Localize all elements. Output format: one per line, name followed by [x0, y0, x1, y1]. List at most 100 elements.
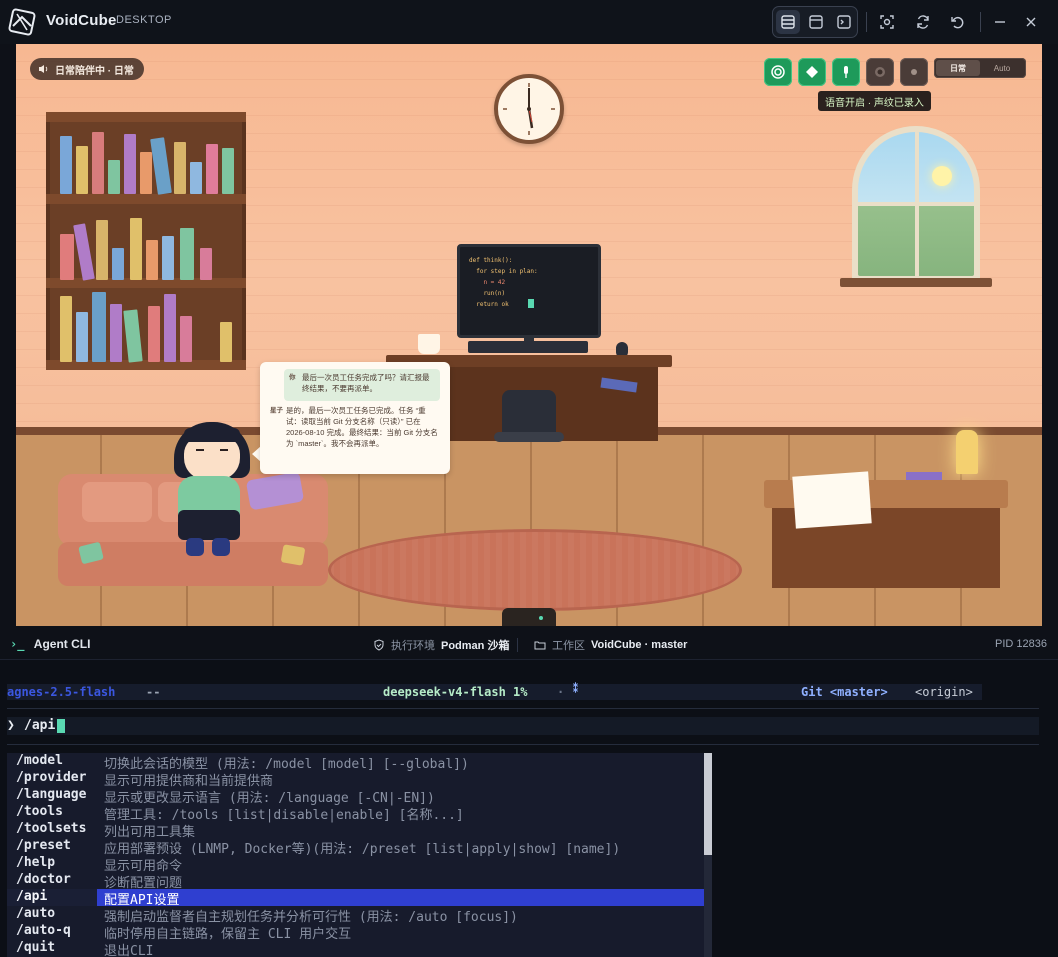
close-icon: [1026, 17, 1036, 27]
command-suggestion-item[interactable]: /toolsets 列出可用工具集: [7, 821, 704, 840]
user-label: 你: [289, 374, 296, 381]
record-dot-icon: [911, 69, 917, 75]
command-name: /language: [16, 787, 87, 802]
chat-bubble: 你 最后一次员工任务完成了吗？请汇报最终结果，不要再派单。 星子 是的，最后一次…: [260, 362, 450, 474]
mode-toggle: 日常 Auto: [934, 58, 1026, 78]
command-name: /tools: [16, 804, 63, 819]
workspace: 工作区 VoidCube · master: [534, 637, 687, 653]
companion-scene: 日常陪伴中 · 日常 日常 Auto 语音开启 · 声纹已录入 def thin…: [16, 44, 1042, 626]
scene-collapse-handle[interactable]: [502, 608, 556, 626]
arched-window: [852, 126, 980, 282]
book: [92, 132, 104, 194]
character-legs: [178, 510, 240, 540]
command-suggestion-item[interactable]: /doctor 诊断配置问题: [7, 872, 704, 891]
book: [174, 142, 186, 194]
cli-title: ›_ Agent CLI: [10, 637, 90, 651]
agent-message-text: 是的，最后一次员工任务已完成。任务 “重试：读取当前 Git 分支名称（只读）”…: [286, 406, 438, 448]
env-label: 执行环境: [391, 640, 435, 652]
book: [222, 148, 234, 194]
git-remote: <origin>: [915, 685, 973, 699]
layout-terminal-button[interactable]: [832, 10, 856, 34]
microphone-button[interactable]: [832, 58, 860, 86]
model-usage: deepseek-v4-flash 1%: [383, 685, 528, 699]
app-subtitle: DESKTOP: [116, 14, 172, 26]
capture-button[interactable]: [875, 10, 899, 34]
command-suggestion-item[interactable]: /help 显示可用命令: [7, 855, 704, 874]
book: [73, 223, 95, 281]
refresh-button[interactable]: [911, 10, 935, 34]
diamond-button[interactable]: [798, 58, 826, 86]
command-name: /model: [16, 753, 63, 768]
camera-icon: [875, 67, 885, 77]
book: [60, 136, 72, 194]
suggestions-scroll-thumb[interactable]: [704, 753, 712, 855]
screenshot-icon: [880, 15, 894, 29]
coffee-mug: [418, 334, 440, 354]
prompt-glyph-icon: ›_: [10, 637, 25, 651]
titlebar-divider: [980, 12, 981, 32]
command-suggestions: /model 切换此会话的模型 (用法: /model [model] [--gl…: [7, 753, 704, 957]
command-input-text[interactable]: /api: [24, 718, 55, 733]
companion-status-pill: 日常陪伴中 · 日常: [30, 58, 144, 80]
speaker-icon: [39, 65, 48, 73]
command-suggestion-item[interactable]: /tools 管理工具: /tools [list|disable|enable]…: [7, 804, 704, 823]
agent-cli-header: ›_ Agent CLI 执行环境 Podman 沙箱 工作区 VoidCube…: [0, 628, 1058, 660]
agent-label: 星子: [270, 407, 283, 414]
close-button[interactable]: [1019, 10, 1043, 34]
command-suggestion-item[interactable]: /language 显示或更改显示语言 (用法: /language [-CN|-…: [7, 787, 704, 806]
command-suggestion-item[interactable]: /quit 退出CLI: [7, 940, 704, 957]
command-suggestion-item[interactable]: /preset 应用部署预设 (LNMP, Docker等)(用法: /prese…: [7, 838, 704, 857]
undo-button[interactable]: [945, 10, 969, 34]
mode-daily-option[interactable]: 日常: [936, 60, 980, 76]
book: [76, 312, 88, 362]
spinner-icon: ⁑: [573, 684, 578, 695]
record-button[interactable]: [900, 58, 928, 86]
shelf-board: [46, 112, 246, 122]
camera-button[interactable]: [866, 58, 894, 86]
book: [108, 160, 120, 194]
book: [146, 240, 158, 280]
layout-scene-button[interactable]: [804, 10, 828, 34]
minimize-button[interactable]: [988, 10, 1012, 34]
command-suggestion-item[interactable]: /auto-q 临时停用自主链路，保留主 CLI 用户交互: [7, 923, 704, 942]
command-name: /auto-q: [16, 923, 71, 938]
code-line: return ok: [469, 301, 509, 308]
voice-wave-button[interactable]: [764, 58, 792, 86]
book: [180, 228, 194, 280]
sun: [932, 166, 952, 186]
terminal[interactable]: agnes-2.5-flash -- deepseek-v4-flash 1% …: [0, 660, 1058, 957]
command-name: /toolsets: [16, 821, 87, 836]
command-suggestion-item[interactable]: /provider 显示可用提供商和当前提供商: [7, 770, 704, 789]
code-line: run(n): [469, 290, 506, 297]
code-line: for step in plan:: [469, 268, 538, 275]
mode-auto-option[interactable]: Auto: [980, 60, 1024, 76]
terminal-rule: [7, 744, 1039, 745]
titlebar-divider: [866, 12, 867, 32]
command-prompt[interactable]: ❯ /api: [7, 717, 1039, 735]
code-line: n = 42: [469, 279, 506, 286]
sofa-cushion: [82, 482, 152, 522]
env-value: Podman 沙箱: [441, 640, 510, 652]
command-suggestion-item[interactable]: /auto 强制启动监督者自主规划任务并分析可行性 (用法: /auto [foc…: [7, 906, 704, 925]
character-bangs: [184, 428, 240, 442]
book: [206, 144, 218, 194]
command-suggestion-item[interactable]: /model 切换此会话的模型 (用法: /model [model] [--gl…: [7, 753, 704, 772]
status-separator: ·: [557, 685, 565, 699]
status-text: 日常陪伴中 · 日常: [55, 65, 134, 77]
command-name: /quit: [16, 940, 56, 955]
keyboard: [468, 341, 588, 353]
folder-icon: [534, 641, 546, 650]
book: [150, 137, 172, 195]
diamond-icon: [806, 66, 818, 78]
voidcube-desktop-window: VoidCube DESKTOP 日常陪伴中 · 日常 日常 Auto 语音开启…: [0, 0, 1058, 957]
book: [190, 162, 202, 194]
undo-icon: [951, 16, 964, 29]
layout-split-button[interactable]: [776, 10, 800, 34]
code-line: def think():: [469, 257, 513, 264]
terminal-rule: [7, 708, 1039, 709]
office-chair: [502, 390, 556, 436]
pillow: [280, 544, 306, 566]
title-bar: VoidCube DESKTOP: [0, 0, 1058, 44]
command-suggestion-item[interactable]: /api 配置API设置: [7, 889, 704, 908]
bookshelf: [46, 112, 246, 370]
